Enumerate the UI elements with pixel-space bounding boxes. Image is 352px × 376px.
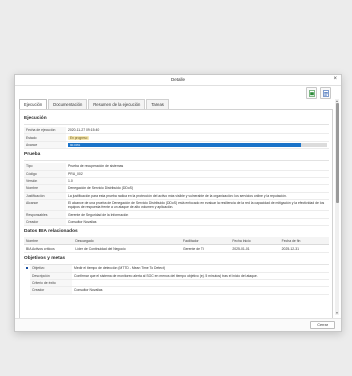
section-bia-title: Datos BIA relacionados	[24, 229, 78, 235]
table-row: Versión 1.0	[24, 177, 329, 186]
table-row: Fecha de ejecución 2020-11-27 09:15:40	[24, 127, 329, 135]
table-row: Nombre Denegación de Servicio Distribuido…	[24, 184, 329, 193]
table-row: Descripción Confirmar que el sistema de m…	[30, 272, 329, 280]
table-row: Alcance El alcance de una prueba de Deneg…	[24, 199, 329, 212]
field-value: PRU_002	[66, 170, 329, 178]
field-value: El alcance de una prueba de Denegación d…	[66, 199, 329, 212]
field-label: Versión	[24, 177, 66, 186]
column-header: Fecha Inicio	[230, 237, 280, 246]
objetivo-table: Objetivo Medir el tiempo de detección (MT…	[30, 265, 329, 295]
field-label: Descripción	[30, 272, 72, 280]
field-value: Medir el tiempo de detección (MTTD - Mea…	[72, 265, 329, 273]
field-value: Consultor Novalias	[72, 286, 329, 295]
dialog-footer: Cerrar	[15, 318, 341, 331]
table-cell: 2025-01-01	[230, 244, 280, 254]
field-label: Criterio de éxito	[30, 279, 72, 288]
progress-fill	[68, 142, 302, 147]
table-header-row: Nombre Descargado Facilitador Fecha Inic…	[24, 237, 329, 246]
field-label: Nombre	[24, 184, 66, 193]
field-value: Prueba de recuperación de sistemas	[66, 163, 329, 171]
section-prueba-title: Prueba	[24, 152, 41, 158]
close-button[interactable]: Cerrar	[310, 321, 335, 329]
detail-dialog: Detalle × Ejecución Documentación Resume…	[14, 74, 342, 332]
table-row: Responsables Gerente de Seguridad de la I…	[24, 210, 329, 219]
scroll-down-icon[interactable]: ▼	[335, 311, 339, 315]
progress-bar: 90.00%	[68, 142, 327, 147]
field-value: 1.0	[66, 177, 329, 186]
field-value: Confirmar que el sistema de monitoreo al…	[72, 272, 329, 280]
table-cell: Gerente de TI	[181, 244, 231, 254]
bia-table: Nombre Descargado Facilitador Fecha Inic…	[24, 237, 329, 254]
field-value: Gerente de Seguridad de la Información	[66, 210, 329, 219]
table-row: Tipo Prueba de recuperación de sistemas	[24, 163, 329, 171]
table-row[interactable]: BIA Activos críticos Líder de Continuida…	[24, 244, 329, 254]
export-excel-button[interactable]	[306, 87, 317, 99]
table-row: Código PRU_002	[24, 170, 329, 178]
table-row: Justificación La justificación para esta …	[24, 192, 329, 201]
field-label: Avance	[24, 141, 66, 150]
table-row: Creador Consultor Novalias	[30, 286, 329, 295]
column-header: Facilitador	[181, 237, 231, 246]
field-label: Fecha de ejecución	[24, 127, 66, 135]
table-row: Objetivo Medir el tiempo de detección (MT…	[30, 265, 329, 273]
tab-content: Ejecución Fecha de ejecución 2020-11-27 …	[19, 109, 333, 319]
field-label: Estado	[24, 133, 66, 142]
table-cell: BIA Activos críticos	[24, 244, 74, 254]
table-row: Avance 90.00%	[24, 141, 329, 150]
column-header: Descargado	[73, 237, 182, 246]
field-value: 2020-11-27 09:15:40	[66, 127, 329, 135]
close-icon[interactable]: ×	[333, 76, 337, 82]
field-label: Creador	[24, 218, 66, 227]
objetivo-item: Objetivo Medir el tiempo de detección (MT…	[24, 264, 329, 295]
progress-text: 90.00%	[70, 142, 81, 147]
field-label: Tipo	[24, 163, 66, 171]
divider	[24, 124, 329, 125]
field-value: La justificación para esta prueba radica…	[66, 192, 329, 201]
field-label: Justificación	[24, 192, 66, 201]
document-file-icon	[322, 89, 329, 97]
field-label: Responsables	[24, 210, 66, 219]
dialog-titlebar: Detalle ×	[15, 75, 341, 86]
table-cell: Líder de Continuidad del Negocio	[73, 244, 182, 254]
section-objetivos-title: Objetivos y metas	[24, 256, 66, 262]
column-header: Nombre	[24, 237, 74, 246]
field-label: Creador	[30, 286, 72, 295]
field-label: Código	[24, 170, 66, 178]
prueba-table: Tipo Prueba de recuperación de sistemas C…	[24, 163, 329, 227]
status-badge: En progreso	[68, 135, 90, 140]
table-row: Criterio de éxito	[30, 279, 329, 288]
table-cell: 2025-12-31	[279, 244, 329, 254]
scrollbar-thumb[interactable]	[335, 103, 339, 203]
field-value: Denegación de Servicio Distribuido (DDoS…	[66, 184, 329, 193]
field-label: Objetivo	[30, 265, 72, 273]
section-ejecucion-title: Ejecución	[24, 116, 47, 121]
export-doc-button[interactable]	[320, 87, 331, 99]
export-toolbar	[306, 87, 331, 99]
excel-file-icon	[308, 89, 315, 97]
table-row: Creador Consultor Novalias	[24, 218, 329, 227]
field-label: Alcance	[24, 199, 66, 212]
dialog-title: Detalle	[170, 77, 185, 82]
vertical-scrollbar[interactable]: ▲ ▼	[335, 99, 339, 315]
divider	[24, 160, 329, 162]
field-value: Consultor Novalias	[66, 218, 329, 227]
table-row: Estado En progreso	[24, 133, 329, 142]
field-value	[72, 279, 329, 288]
column-header: Fecha de fin	[279, 237, 329, 246]
ejecucion-table: Fecha de ejecución 2020-11-27 09:15:40 E…	[24, 127, 329, 150]
